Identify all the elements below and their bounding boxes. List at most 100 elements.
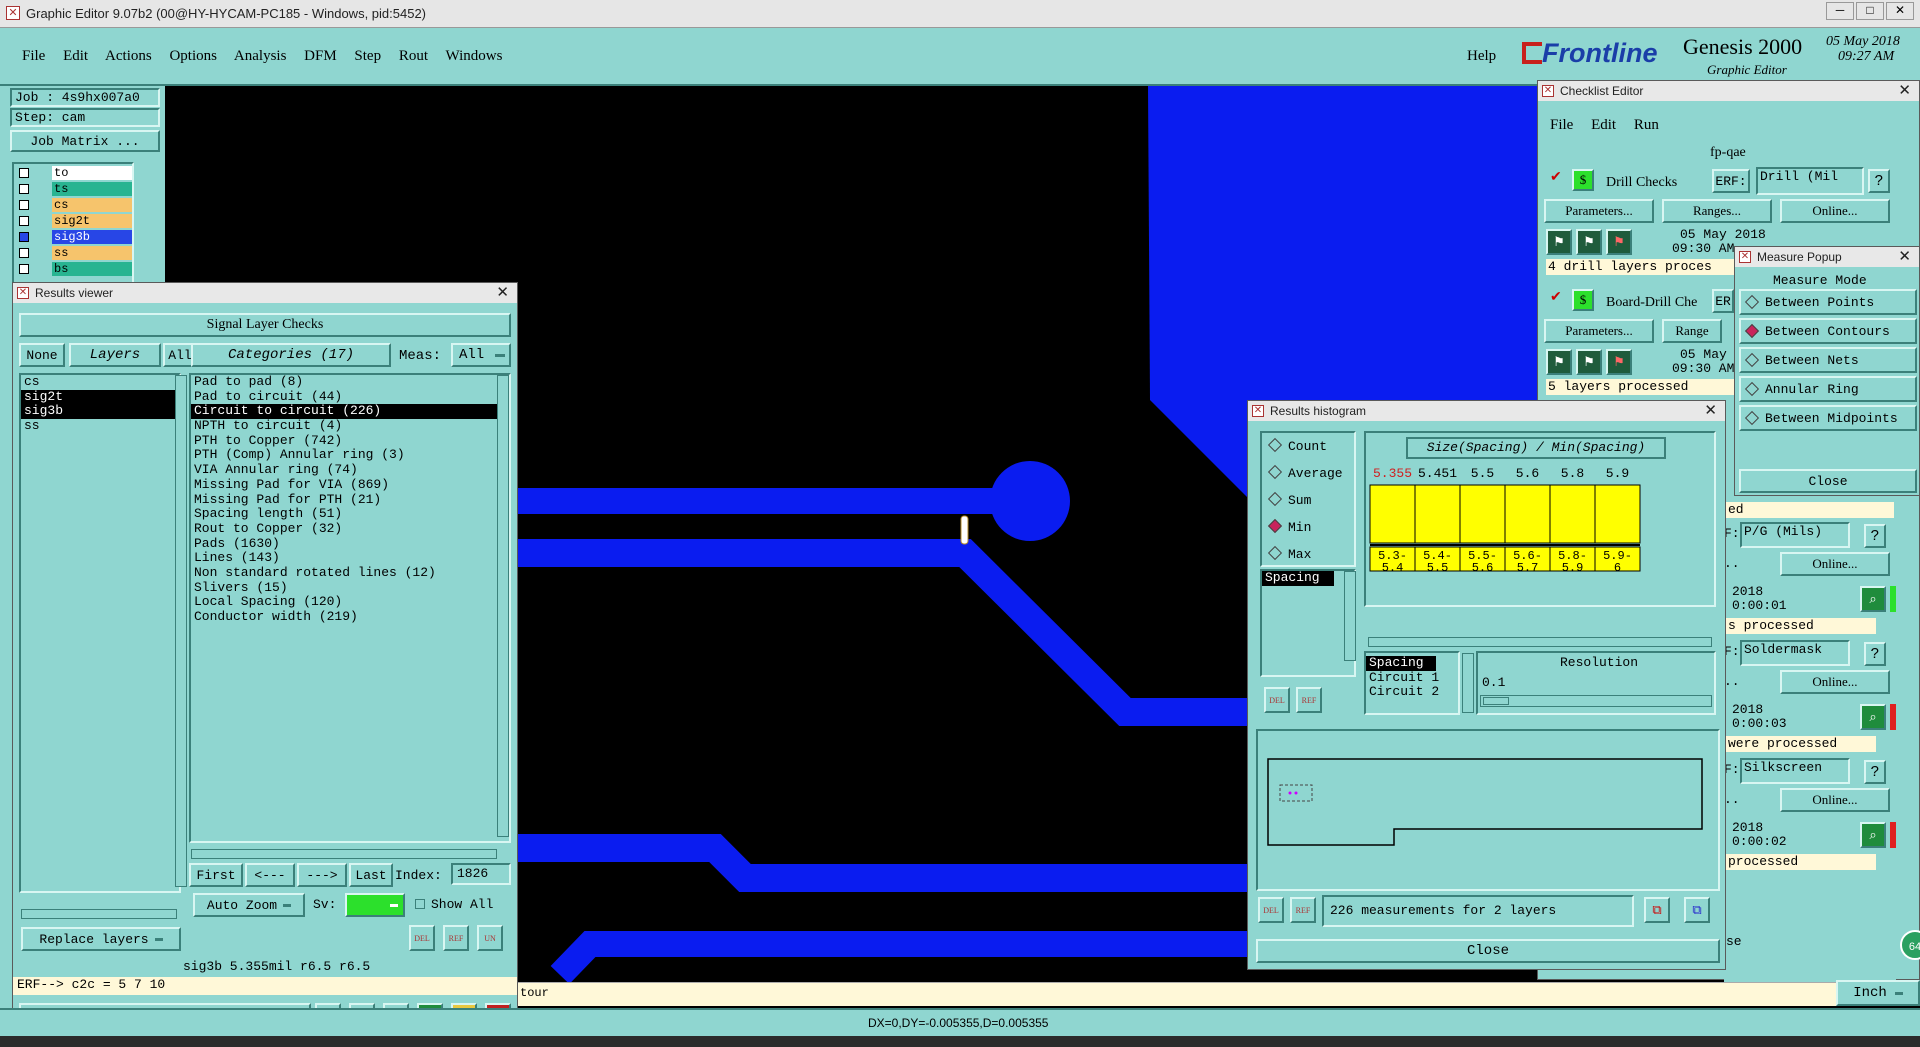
board-ranges-button[interactable]: Range (1662, 319, 1722, 343)
histogram-close-button[interactable]: Close (1256, 939, 1720, 963)
category-list[interactable]: Pad to pad (8) Pad to circuit (44) Circu… (189, 373, 511, 843)
enabled-checkmark-icon[interactable]: ✔ (1550, 169, 1562, 186)
menu-help[interactable]: Help (1467, 48, 1496, 65)
histogram-bar[interactable] (1504, 484, 1551, 544)
measure-option[interactable]: Between Midpoints (1739, 405, 1917, 431)
histogram-bar[interactable] (1369, 484, 1416, 544)
ref-icon[interactable]: REF (1290, 897, 1316, 923)
list-item[interactable]: Pad to circuit (44) (191, 389, 509, 405)
list-item[interactable]: Slivers (15) (191, 580, 509, 596)
drill-erf-field[interactable]: Drill (Mil (1756, 167, 1864, 195)
job-matrix-button[interactable]: Job Matrix ... (10, 130, 160, 152)
slider-thumb[interactable] (1483, 697, 1509, 705)
checklist-menu-file[interactable]: File (1550, 117, 1573, 133)
zoom-icon[interactable]: ⌕ (1860, 704, 1886, 730)
drill-check-name[interactable]: Drill Checks (1606, 175, 1677, 191)
measure-option[interactable]: Between Nets (1739, 347, 1917, 373)
menu-analysis[interactable]: Analysis (234, 48, 287, 64)
close-icon[interactable]: ✕ (496, 283, 509, 301)
drill-online-button[interactable]: Online... (1780, 199, 1890, 223)
stat-option-selected[interactable]: Min (1267, 518, 1311, 535)
layer-checkbox[interactable] (19, 264, 29, 274)
run-icon[interactable]: ⚑ (1576, 229, 1602, 255)
run-icon[interactable]: ⚑ (1606, 349, 1632, 375)
measure-close-button[interactable]: Close (1739, 469, 1917, 493)
first-button[interactable]: First (189, 863, 243, 887)
layer-list-hscrollbar[interactable] (21, 909, 177, 919)
layer-checkbox[interactable] (19, 168, 29, 178)
list-item[interactable]: Pad to pad (8) (191, 374, 509, 390)
help-icon[interactable]: ? (1868, 169, 1890, 193)
online-button[interactable]: Online... (1780, 670, 1890, 694)
ref-icon[interactable]: REF (1296, 687, 1322, 713)
histogram-bar[interactable] (1459, 484, 1506, 544)
maximize-button[interactable]: □ (1856, 2, 1884, 20)
list-item[interactable]: Local Spacing (120) (191, 595, 509, 610)
histogram-hscrollbar[interactable] (1368, 637, 1712, 647)
stat-option[interactable]: Count (1267, 437, 1327, 454)
board-parameters-button[interactable]: Parameters... (1544, 319, 1654, 343)
layers-button[interactable]: Layers (69, 343, 161, 367)
last-button[interactable]: Last (349, 863, 393, 887)
run-icon[interactable]: ⚑ (1546, 349, 1572, 375)
list-item[interactable]: Lines (143) (191, 551, 509, 566)
online-button[interactable]: Online... (1780, 552, 1890, 576)
list-item[interactable]: NPTH to circuit (4) (191, 418, 509, 434)
histogram-bar[interactable] (1549, 484, 1596, 544)
list-item[interactable]: Circuit to circuit (226) (191, 404, 509, 420)
zoom-fit-icon[interactable]: ⧉ (1644, 897, 1670, 923)
menu-file[interactable]: File (22, 48, 45, 64)
menu-actions[interactable]: Actions (105, 48, 152, 64)
menu-rout[interactable]: Rout (399, 48, 428, 64)
histogram-bar[interactable] (1414, 484, 1461, 544)
stat-option[interactable]: Average (1267, 464, 1343, 481)
zoom-icon[interactable]: ⌕ (1860, 586, 1886, 612)
board-check-name[interactable]: Board-Drill Che (1606, 295, 1697, 311)
layer-result-list[interactable]: cs sig2t sig3b ss (19, 373, 181, 893)
minimize-button[interactable]: ─ (1826, 2, 1854, 20)
units-dropdown[interactable]: Inch (1836, 980, 1920, 1006)
online-button[interactable]: Online... (1780, 788, 1890, 812)
erf-field[interactable]: Soldermask (1740, 640, 1850, 666)
menu-windows[interactable]: Windows (446, 48, 503, 64)
checklist-action-icon[interactable]: $ (1572, 169, 1594, 191)
list-item[interactable]: Circuit 2 (1366, 685, 1458, 700)
index-input[interactable]: 1826 (451, 863, 511, 885)
list-item[interactable]: ss (21, 418, 179, 434)
checklist-menu-edit[interactable]: Edit (1591, 117, 1616, 133)
partial-close[interactable]: se (1726, 934, 1742, 949)
categories-button[interactable]: Categories (17) (191, 343, 391, 367)
prev-button[interactable]: <--- (245, 863, 295, 887)
close-window-button[interactable]: ✕ (1886, 2, 1914, 20)
close-icon[interactable]: ✕ (1898, 247, 1911, 265)
run-icon[interactable]: ⚑ (1576, 349, 1602, 375)
del-icon[interactable]: DEL (1264, 687, 1290, 713)
attribute-list-scrollbar[interactable] (1344, 571, 1356, 661)
sv-color-dropdown[interactable] (345, 893, 405, 917)
list-item[interactable]: Spacing length (51) (191, 506, 509, 522)
layer-list-scrollbar[interactable] (175, 375, 187, 887)
layer-checkbox[interactable] (19, 216, 29, 226)
ref-icon[interactable]: REF (443, 925, 469, 951)
measure-option[interactable]: Between Points (1739, 289, 1917, 315)
help-icon[interactable]: ? (1864, 524, 1886, 548)
list-item[interactable]: PTH to Copper (742) (191, 433, 509, 449)
list-item[interactable]: cs (21, 374, 179, 390)
command-line[interactable]: tour (518, 982, 1918, 1006)
drill-ranges-button[interactable]: Ranges... (1662, 199, 1772, 223)
zoom-select-icon[interactable]: ⧉ (1684, 897, 1710, 923)
list-item[interactable]: Non standard rotated lines (12) (191, 565, 509, 581)
help-icon[interactable]: ? (1864, 642, 1886, 666)
attribute-select-scrollbar[interactable] (1462, 653, 1474, 713)
list-item[interactable]: Spacing (1262, 570, 1334, 586)
menu-step[interactable]: Step (354, 48, 381, 64)
run-icon[interactable]: ⚑ (1606, 229, 1632, 255)
menu-edit[interactable]: Edit (63, 48, 88, 64)
help-icon[interactable]: ? (1864, 760, 1886, 784)
layer-checkbox[interactable] (19, 200, 29, 210)
meas-dropdown[interactable]: All (451, 343, 511, 367)
show-all-checkbox[interactable] (415, 899, 425, 909)
layer-checkbox[interactable] (19, 184, 29, 194)
undo-icon[interactable]: UN (477, 925, 503, 951)
attribute-select-list[interactable]: Spacing Circuit 1 Circuit 2 (1364, 651, 1460, 715)
